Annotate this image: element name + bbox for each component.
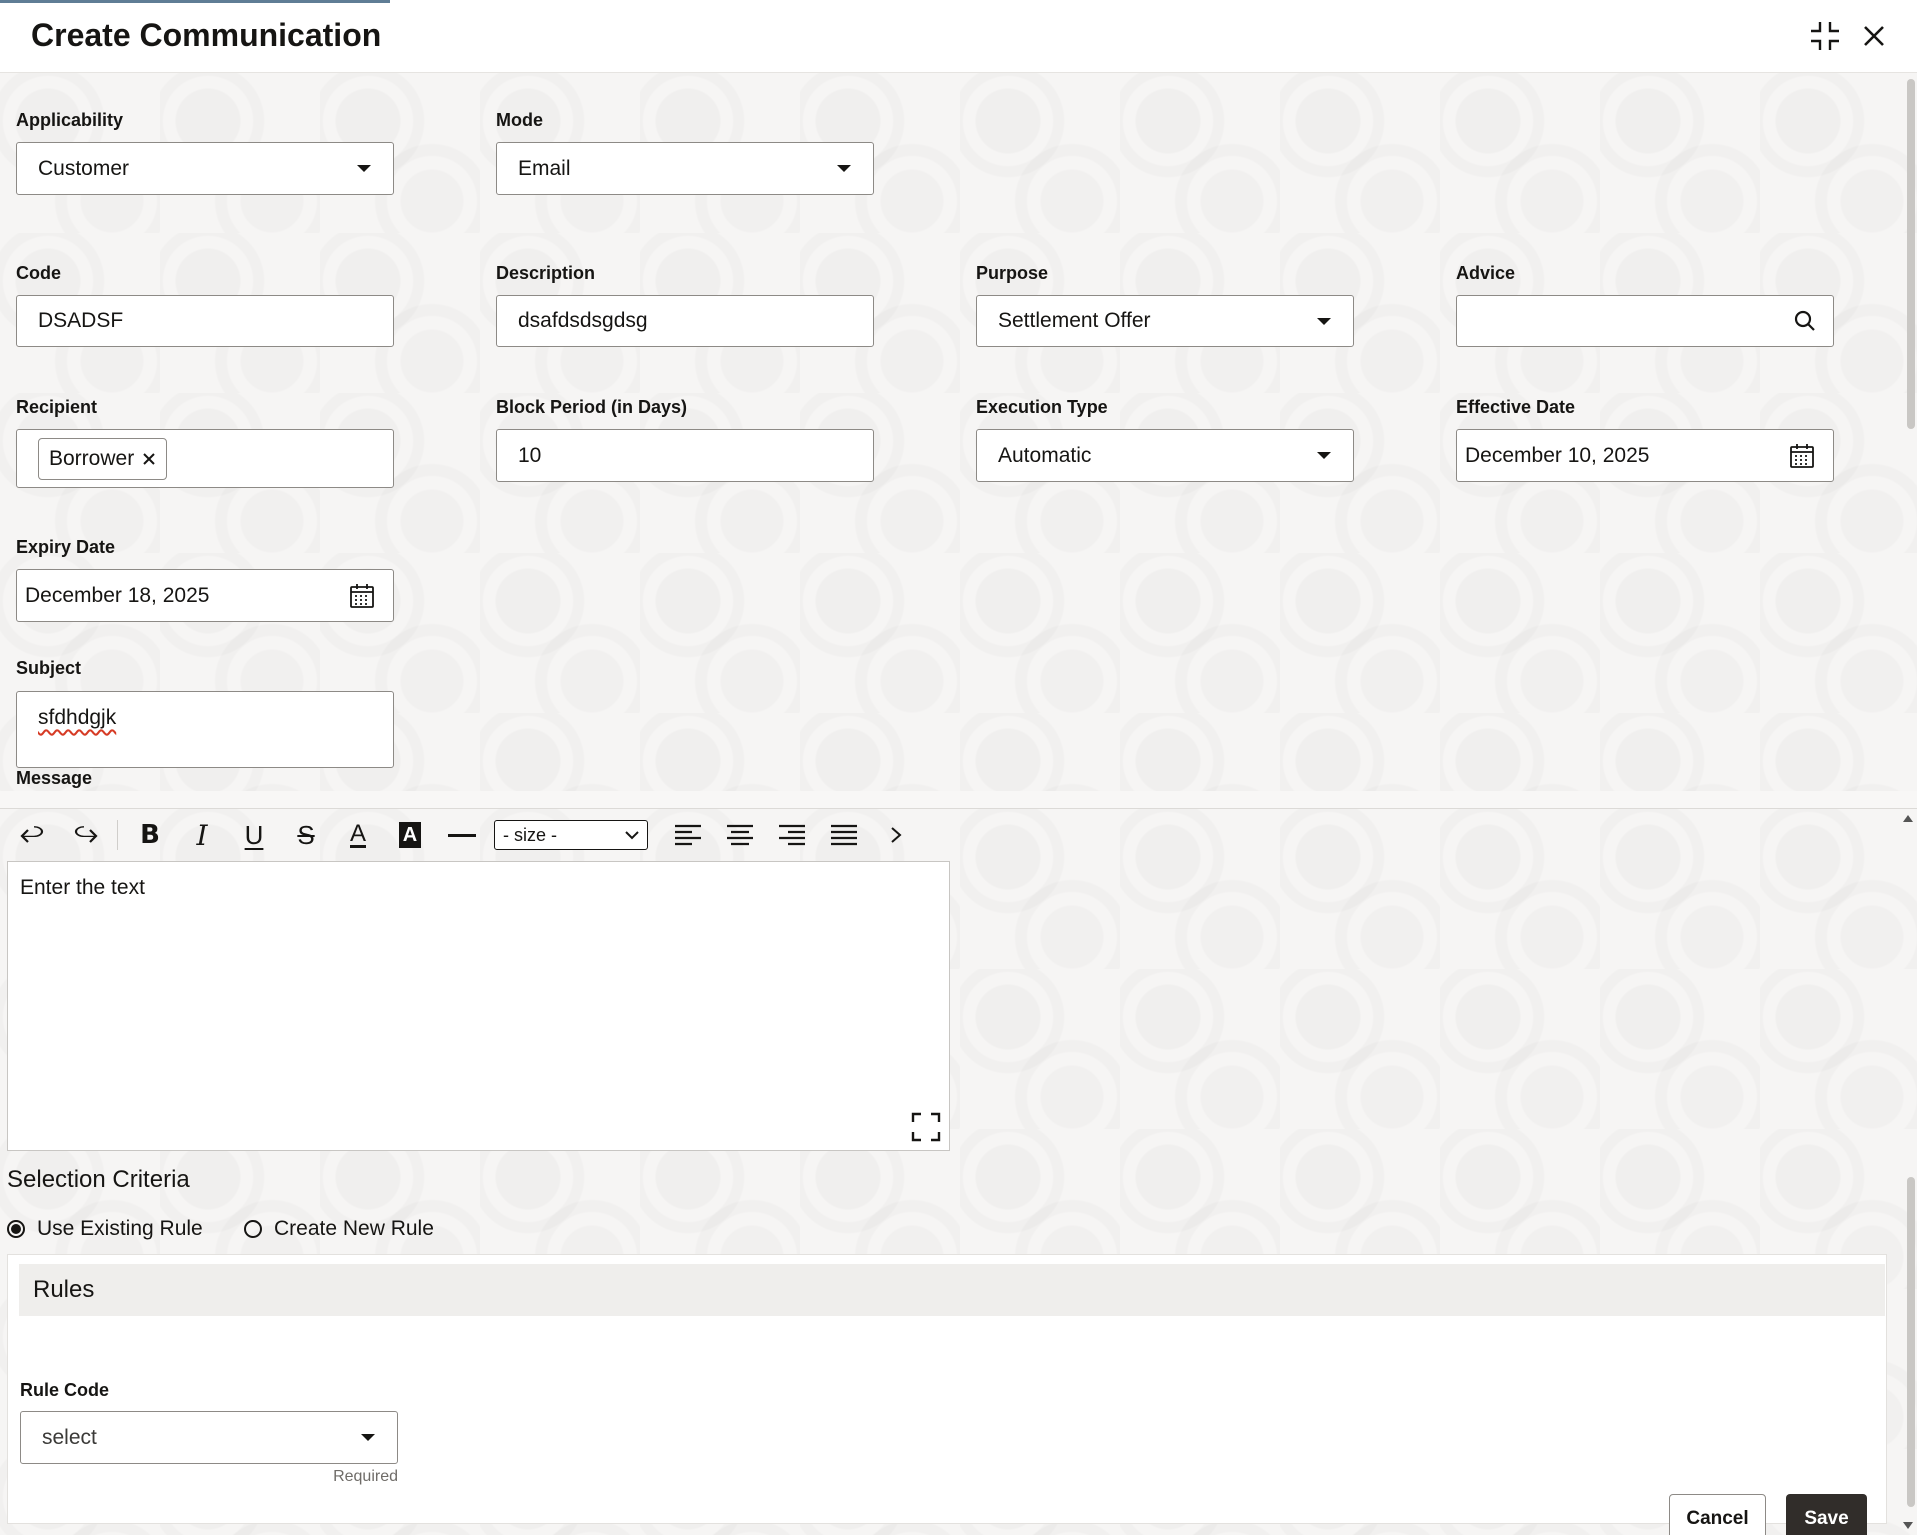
chevron-down-icon [1317,452,1331,459]
rule-code-select[interactable]: select [20,1411,398,1464]
message-panel: B I U S A A - size - Enter the text Sele… [0,808,1917,1535]
font-size-select[interactable]: - size - [494,820,648,850]
rule-code-value: select [42,1425,97,1449]
redo-icon[interactable] [59,813,111,857]
strikethrough-icon[interactable]: S [280,813,332,857]
background-color-icon[interactable]: A [384,813,436,857]
chevron-down-icon [837,165,851,172]
subject-label: Subject [16,658,82,678]
block-period-label: Block Period (in Days) [496,397,688,417]
expiry-date-label: Expiry Date [16,537,116,557]
align-right-icon[interactable] [766,813,818,857]
search-icon[interactable] [1793,309,1817,333]
execution-type-select[interactable]: Automatic [976,429,1354,482]
close-icon[interactable] [1856,18,1892,54]
execution-type-value: Automatic [998,443,1092,467]
description-input[interactable]: dsafdsdsgdsg [496,295,874,347]
code-input[interactable]: DSADSF [16,295,394,347]
rules-header: Rules [19,1264,1885,1316]
remove-chip-icon[interactable] [142,452,156,466]
chevron-down-icon [357,165,371,172]
editor-placeholder: Enter the text [20,876,145,899]
font-size-value: - size - [503,824,557,845]
radio-unselected [244,1220,262,1238]
text-color-icon[interactable]: A [332,813,384,857]
recipient-chip-label: Borrower [49,446,135,470]
form-panel: Applicability Customer Mode Email Code D… [0,73,1917,791]
panel-scrollbar[interactable] [1907,1177,1915,1507]
applicability-select[interactable]: Customer [16,142,394,195]
expiry-date-value: December 18, 2025 [25,583,210,607]
toolbar-divider [117,820,118,850]
radio-create-new-rule[interactable]: Create New Rule [244,1217,434,1241]
purpose-value: Settlement Offer [998,309,1151,332]
calendar-icon[interactable] [349,583,375,609]
top-accent-line [0,0,390,3]
rule-code-label: Rule Code [20,1380,110,1400]
advice-search-input[interactable] [1456,295,1834,347]
chevron-down-icon [361,1434,375,1441]
subject-value: sfdhdgjk [38,706,117,729]
radio-label: Use Existing Rule [37,1217,203,1240]
radio-selected [7,1220,25,1238]
editor-toolbar: B I U S A A - size - [7,809,950,861]
form-scrollbar[interactable] [1907,79,1915,429]
recipient-input[interactable]: Borrower [16,429,394,488]
applicability-label: Applicability [16,110,124,130]
dialog-header: Create Communication [0,0,1917,73]
purpose-select[interactable]: Settlement Offer [976,295,1354,347]
description-value: dsafdsdsgdsg [518,309,648,332]
subject-textarea[interactable]: sfdhdgjk [16,691,394,768]
italic-icon[interactable]: I [176,813,228,857]
radio-use-existing-rule[interactable]: Use Existing Rule [7,1217,203,1241]
block-period-value: 10 [518,443,542,467]
block-period-input[interactable]: 10 [496,429,874,482]
code-label: Code [16,263,61,283]
mode-select[interactable]: Email [496,142,874,195]
mode-value: Email [518,156,571,180]
mode-label: Mode [496,110,543,130]
execution-type-label: Execution Type [976,397,1108,417]
undo-icon[interactable] [7,813,59,857]
effective-date-input[interactable]: December 10, 2025 [1456,429,1834,482]
bold-icon[interactable]: B [124,813,176,857]
minimize-icon[interactable] [1807,18,1843,54]
rules-section: Rules Rule Code select Required [7,1254,1887,1524]
align-left-icon[interactable] [662,813,714,857]
effective-date-label: Effective Date [1456,397,1576,417]
message-editor[interactable]: Enter the text [7,861,950,1151]
calendar-icon[interactable] [1789,443,1815,469]
horizontal-line-icon[interactable] [436,813,488,857]
justify-icon[interactable] [818,813,870,857]
page-title: Create Communication [31,17,382,53]
align-center-icon[interactable] [714,813,766,857]
cancel-button[interactable]: Cancel [1669,1494,1766,1535]
save-button[interactable]: Save [1786,1494,1867,1535]
description-label: Description [496,263,596,283]
fullscreen-icon[interactable] [909,1110,943,1144]
rule-code-required-hint: Required [333,1468,398,1485]
scroll-down-arrow-icon[interactable] [1903,1522,1913,1529]
selection-criteria-title: Selection Criteria [7,1166,190,1193]
code-value: DSADSF [38,309,124,332]
chevron-down-icon [1317,317,1331,325]
expiry-date-input[interactable]: December 18, 2025 [16,569,394,622]
more-tools-chevron-icon[interactable] [870,813,922,857]
advice-label: Advice [1456,263,1516,283]
message-label: Message [16,768,93,788]
purpose-label: Purpose [976,263,1049,283]
radio-label: Create New Rule [274,1217,434,1240]
recipient-label: Recipient [16,397,98,417]
scroll-up-arrow-icon[interactable] [1903,815,1913,822]
underline-icon[interactable]: U [228,813,280,857]
effective-date-value: December 10, 2025 [1465,443,1650,467]
rules-title: Rules [33,1276,95,1303]
applicability-value: Customer [38,156,130,180]
recipient-chip: Borrower [38,437,168,480]
